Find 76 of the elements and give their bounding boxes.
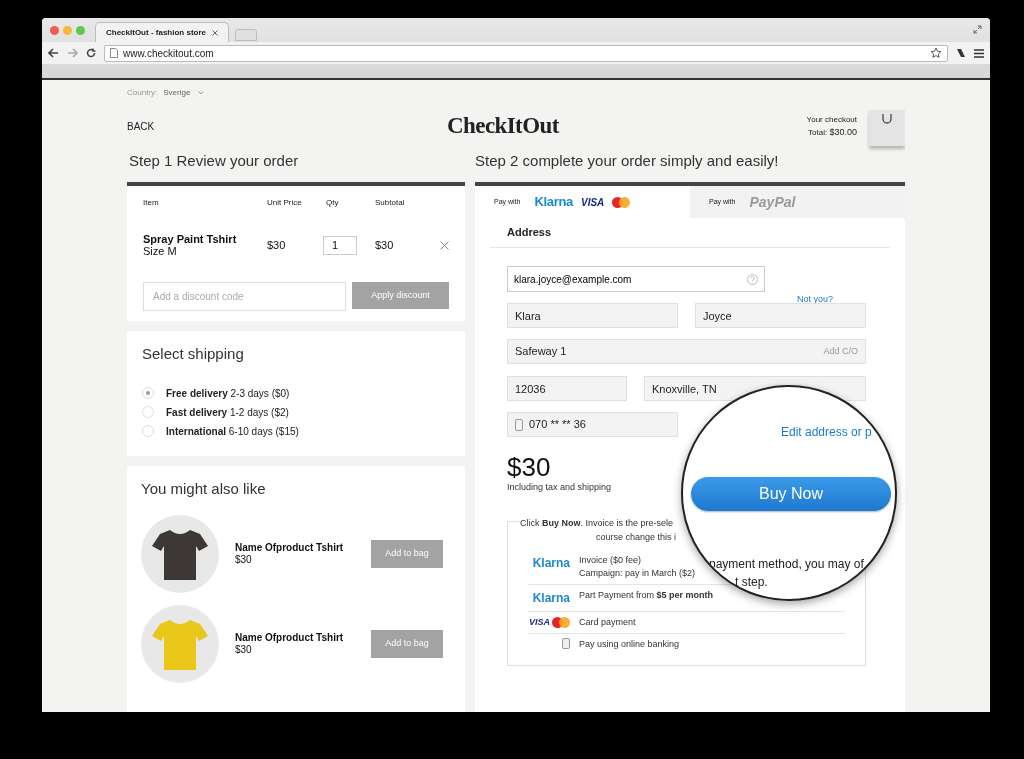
visa-logo: VISA (581, 195, 605, 210)
phone-field[interactable]: 070 ** ** 36 (507, 412, 678, 437)
payment-method-text: Invoice ($0 fee) (579, 553, 643, 567)
email-field[interactable]: klara.joyce@example.com (507, 266, 765, 292)
info-text: course change this i (596, 530, 677, 544)
maximize-window-icon[interactable] (76, 25, 85, 35)
bag-handle-icon (882, 114, 892, 124)
close-window-icon[interactable] (50, 25, 59, 35)
edit-address-link[interactable]: Edit address or p (781, 423, 872, 441)
shipping-option[interactable]: International 6-10 days ($15) (142, 423, 450, 439)
payment-method-text: Part Payment from $5 per month (579, 588, 714, 602)
extension-icon[interactable] (956, 48, 966, 58)
browser-tab[interactable]: CheckItOut - fashion store (95, 22, 229, 42)
column-header: Qty (326, 197, 340, 209)
fullscreen-icon[interactable] (973, 25, 982, 34)
not-you-link[interactable]: Not you? (796, 293, 833, 302)
paypal-logo: PayPal (749, 192, 796, 212)
step-title: Step 2 complete your order simply and easily! (475, 150, 780, 171)
column-header: Item (143, 197, 160, 209)
menu-icon[interactable] (974, 48, 984, 58)
page-icon (110, 48, 118, 58)
back-arrow-icon[interactable] (48, 48, 59, 58)
shopping-bag-button[interactable] (869, 110, 905, 146)
step-title: Step 1 Review your order (128, 150, 300, 171)
country-label: Country: (127, 87, 158, 99)
bank-card-icon (562, 638, 570, 649)
klarna-logo: Klarna (532, 554, 570, 572)
visa-logo: VISA (529, 615, 550, 629)
column-header: Unit Price (267, 197, 303, 209)
store-logo: CheckItOut (447, 111, 561, 140)
recommendations-title: You might also like (141, 479, 267, 499)
chevron-icon (198, 91, 205, 95)
last-name-field[interactable]: Joyce (695, 303, 866, 328)
unit-price: $30 (267, 237, 287, 253)
total-price: $30 (507, 453, 551, 481)
remove-icon[interactable] (440, 240, 449, 250)
product-name: Name Ofproduct Tshirt (235, 631, 345, 644)
column-header: Subtotal (375, 197, 406, 209)
payment-method-text: Pay using online banking (579, 638, 680, 651)
close-tab-icon[interactable] (212, 29, 218, 36)
klarna-logo: Klarna (532, 589, 570, 607)
help-icon[interactable] (747, 273, 758, 285)
info-text: Click Buy Now. Invoice is the pre-sele (520, 516, 674, 530)
tshirt-icon (152, 527, 208, 580)
address-title: Address (507, 225, 552, 241)
reload-icon[interactable] (86, 48, 96, 58)
forward-arrow-icon[interactable] (67, 48, 78, 58)
product-price: $30 (235, 553, 253, 566)
product-price: $30 (235, 643, 253, 656)
product-size: Size M (143, 245, 178, 257)
subtotal: $30 (375, 237, 395, 253)
first-name-field[interactable]: Klara (507, 303, 678, 328)
payment-method-text: Card payment (579, 615, 636, 629)
zip-field[interactable]: 12036 (507, 376, 627, 401)
quantity-field[interactable]: 1 (323, 235, 357, 255)
address-bar[interactable]: www.checkitout.com (104, 44, 948, 62)
mobile-phone-icon (515, 418, 523, 431)
back-link[interactable]: BACK (127, 118, 447, 134)
payment-method-text: Campaign: pay in March ($2) (579, 566, 696, 580)
shipping-option[interactable]: Fast delivery 1-2 days ($2) (142, 404, 450, 420)
discount-code-field[interactable]: Add a discount code (143, 282, 346, 311)
star-icon[interactable] (930, 47, 942, 59)
checkout-label: Your checkout (806, 114, 857, 126)
klarna-logo: Klarna (534, 193, 573, 212)
product-name: Spray Paint Tshirt (143, 233, 238, 245)
price-note: Including tax and shipping (507, 481, 612, 494)
shipping-option[interactable]: Free delivery 2-3 days ($0) (142, 385, 450, 401)
tshirt-icon (152, 617, 208, 670)
street-field[interactable]: Safeway 1 Add C/O (507, 339, 866, 364)
product-name: Name Ofproduct Tshirt (235, 541, 345, 554)
country-dropdown[interactable]: Sverige (163, 87, 205, 99)
buy-now-button[interactable]: Buy Now (691, 477, 891, 511)
shipping-title: Select shipping (142, 344, 245, 364)
mastercard-icon (552, 616, 570, 628)
checkout-total: Total: $30.00 (808, 126, 857, 139)
mastercard-icon (612, 196, 631, 208)
